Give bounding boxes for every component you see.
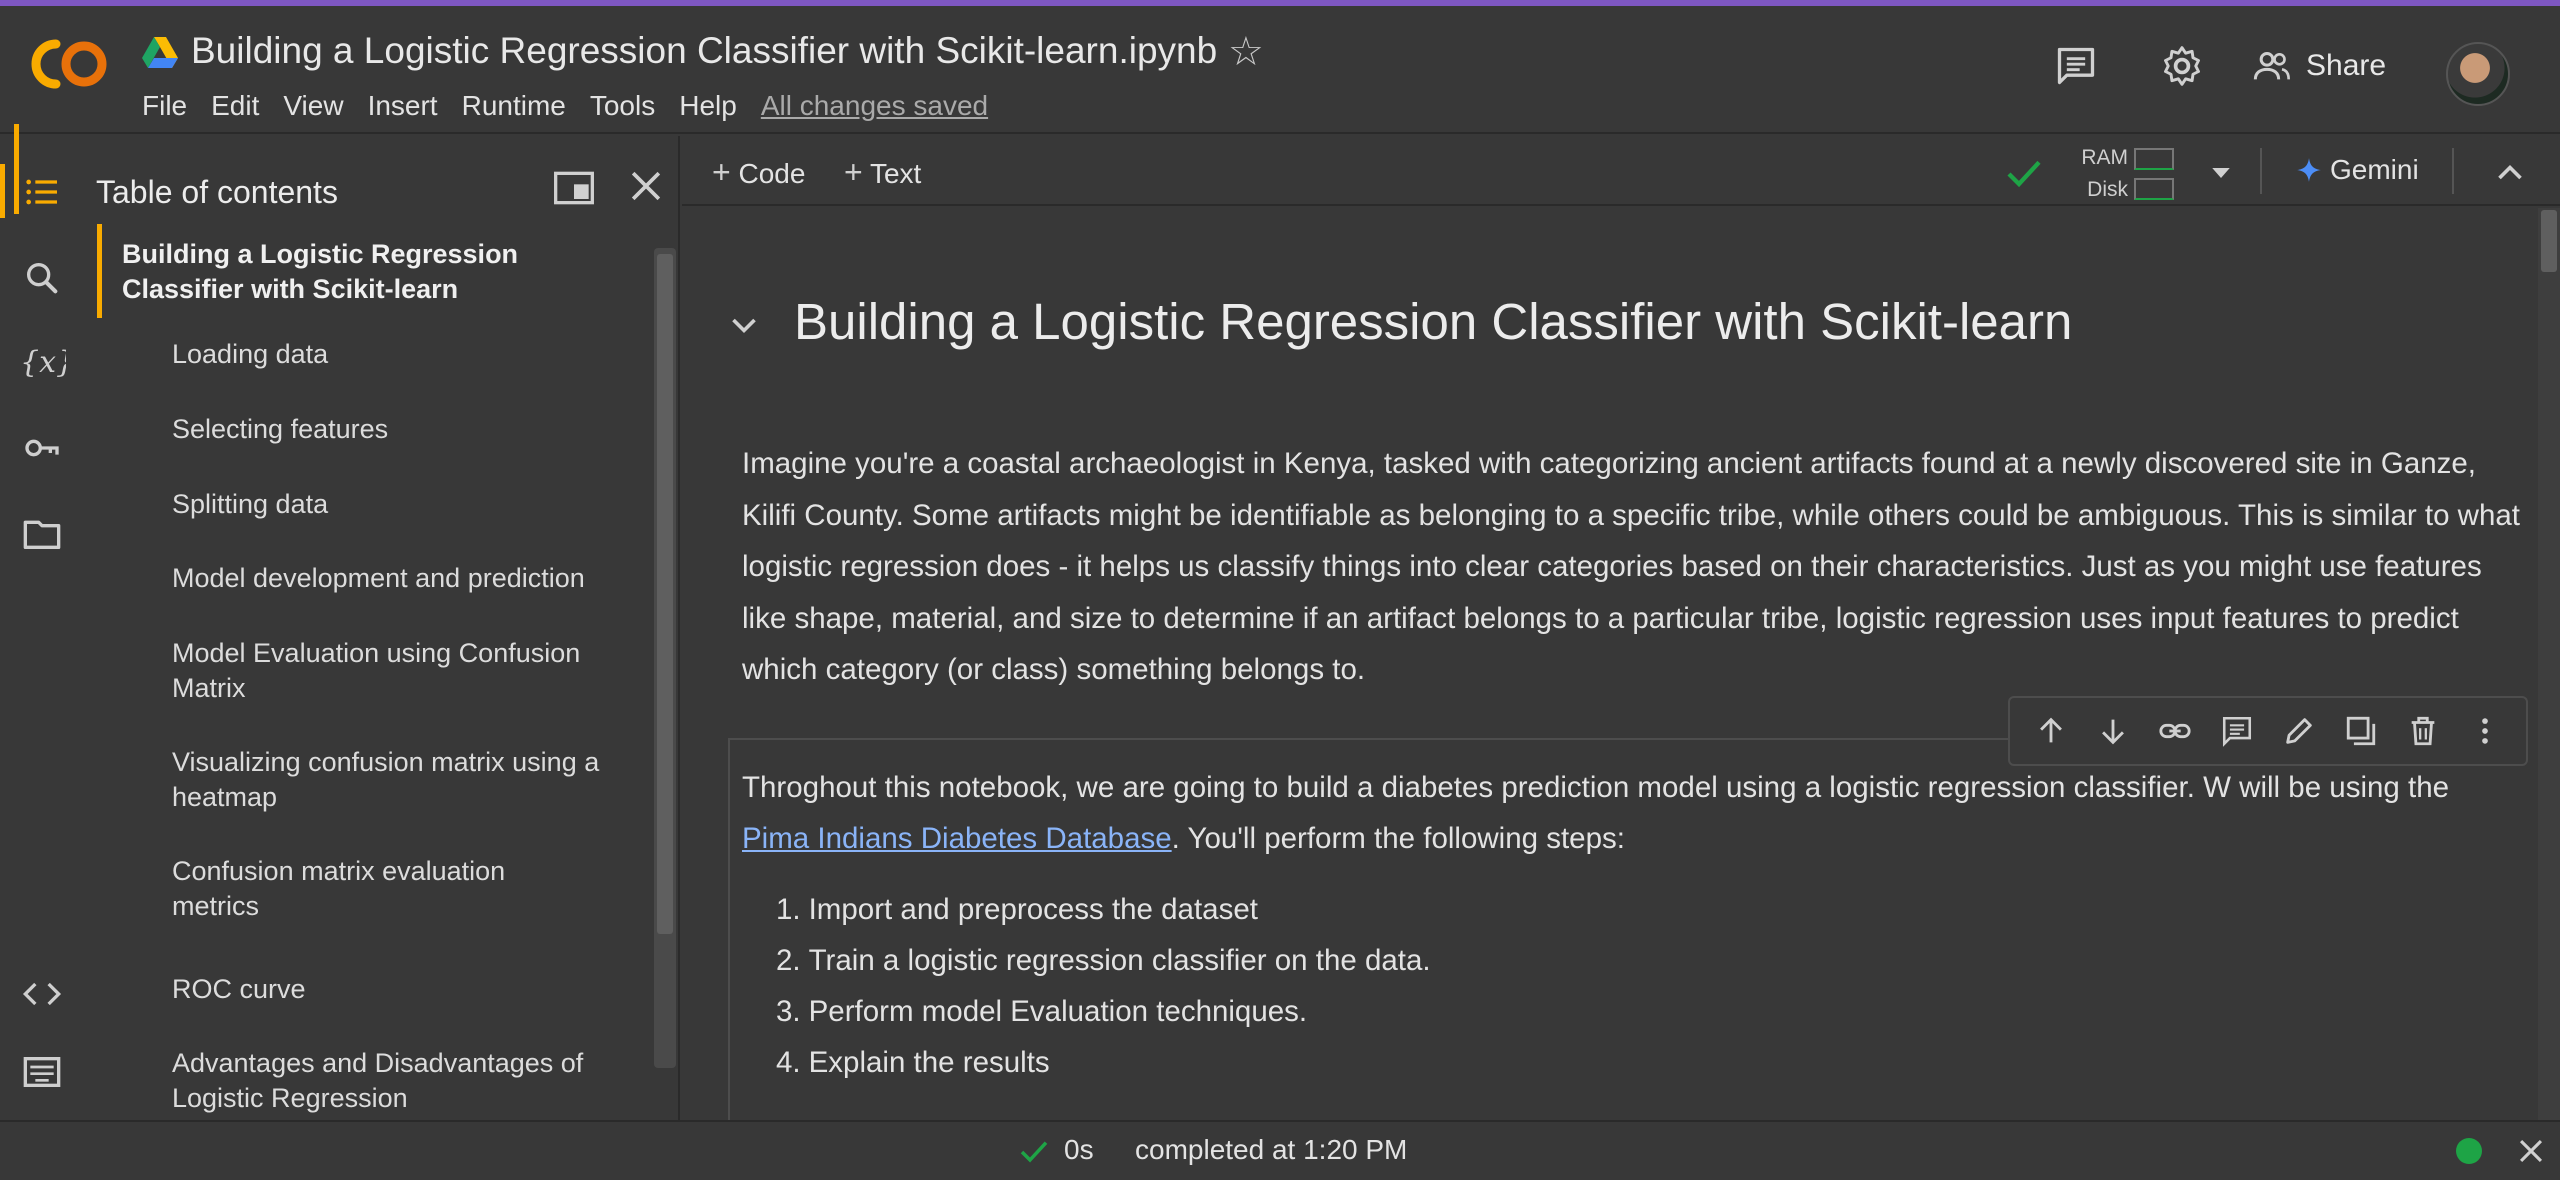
menu-help[interactable]: Help: [679, 90, 749, 122]
menu-tools[interactable]: Tools: [590, 90, 667, 122]
toc-item-visualizing-confusion[interactable]: Visualizing confusion matrix using a hea…: [172, 745, 612, 815]
notebook-scrollbar-thumb[interactable]: [2541, 210, 2557, 272]
settings-gear-icon[interactable]: [2160, 44, 2204, 88]
execution-duration[interactable]: 0s: [1064, 1134, 1094, 1166]
section-heading: Building a Logistic Regression Classifie…: [794, 293, 2073, 350]
table-of-contents-icon[interactable]: [0, 162, 84, 222]
list-item: 3. Perform model Evaluation techniques.: [776, 995, 1308, 1028]
menu-edit[interactable]: Edit: [211, 90, 271, 122]
status-bar: 0s completed at 1:20 PM: [0, 1120, 2560, 1180]
cell-intro-text: Throghout this notebook, we are going to…: [742, 762, 2502, 864]
share-label: Share: [2306, 49, 2387, 82]
menu-file[interactable]: File: [142, 90, 199, 122]
search-icon[interactable]: [0, 248, 84, 308]
close-icon[interactable]: [624, 164, 668, 208]
menu-bar: File Edit View Insert Runtime Tools Help…: [142, 90, 1012, 122]
move-down-icon[interactable]: [2091, 709, 2135, 753]
pima-dataset-link[interactable]: Pima Indians Diabetes Database: [742, 822, 1172, 855]
chevron-up-icon[interactable]: [2492, 154, 2528, 190]
delete-icon[interactable]: [2401, 709, 2445, 753]
cell-toolbar: [2008, 696, 2528, 766]
comments-icon[interactable]: [2054, 44, 2098, 88]
execution-check-icon: [1020, 1141, 1048, 1163]
secrets-key-icon[interactable]: [0, 418, 84, 478]
text-cell[interactable]: Throghout this notebook, we are going to…: [728, 738, 2528, 1120]
toc-item-advantages[interactable]: Advantages and Disadvantages of Logistic…: [172, 1046, 612, 1116]
connection-status-dot: [2456, 1138, 2482, 1164]
gemini-button[interactable]: Gemini: [2296, 154, 2419, 186]
menu-insert[interactable]: Insert: [368, 90, 450, 122]
toc-item-model-evaluation[interactable]: Model Evaluation using Confusion Matrix: [172, 636, 612, 706]
toc-item-roc-curve[interactable]: ROC curve: [172, 972, 642, 1007]
list-item: 1. Import and preprocess the dataset: [776, 893, 1258, 926]
share-button[interactable]: Share: [2252, 46, 2386, 86]
toc-item-confusion-metrics[interactable]: Confusion matrix evaluation metrics: [172, 854, 572, 924]
code-snippets-icon[interactable]: [0, 964, 84, 1024]
command-palette-icon[interactable]: [0, 1042, 84, 1102]
steps-list: 1. Import and preprocess the dataset 2. Tr…: [776, 884, 1431, 1088]
add-text-button[interactable]: + Text: [844, 154, 921, 191]
gemini-sparkle-icon: [2297, 158, 2321, 182]
add-code-button[interactable]: + Code: [712, 154, 805, 191]
toc-item-main-heading[interactable]: Building a Logistic Regression Classifie…: [122, 237, 562, 307]
collapse-section-chevron-icon[interactable]: [726, 308, 762, 344]
more-options-icon[interactable]: [2463, 709, 2507, 753]
toc-item-model-development[interactable]: Model development and prediction: [172, 561, 642, 596]
star-icon[interactable]: ☆: [1228, 32, 1264, 72]
list-item: 2. Train a logistic regression classifier…: [776, 944, 1431, 977]
google-drive-icon: [142, 37, 178, 68]
mirror-cell-icon[interactable]: [2339, 709, 2383, 753]
link-icon[interactable]: [2153, 709, 2197, 753]
user-avatar[interactable]: [2446, 42, 2510, 106]
svg-text:{x}: {x}: [20, 345, 66, 380]
execution-completed-text[interactable]: completed at 1:20 PM: [1135, 1134, 1407, 1166]
menu-view[interactable]: View: [283, 90, 355, 122]
variables-icon[interactable]: {x}: [0, 332, 84, 392]
notebook-scrollbar[interactable]: [2538, 208, 2560, 1120]
ram-label: RAM: [2081, 146, 2128, 169]
colab-logo[interactable]: [26, 34, 112, 94]
toc-active-marker: [97, 224, 102, 318]
add-text-label: Text: [869, 158, 922, 189]
toolbar-divider: [2260, 148, 2262, 194]
connected-check-icon[interactable]: [2002, 154, 2046, 194]
toc-item-loading-data[interactable]: Loading data: [172, 337, 642, 372]
notebook-toolbar: + Code + Text RAM Disk Gemini: [682, 136, 2560, 206]
toc-scrollbar-thumb[interactable]: [657, 254, 673, 934]
save-status[interactable]: All changes saved: [761, 90, 1000, 122]
intro-paragraph: Imagine you're a coastal archaeologist i…: [742, 447, 2520, 686]
list-item: 4. Explain the results: [776, 1046, 1050, 1079]
toc-item-selecting-features[interactable]: Selecting features: [172, 412, 642, 447]
disk-label: Disk: [2087, 178, 2128, 201]
move-up-icon[interactable]: [2029, 709, 2073, 753]
left-rail: {x}: [0, 136, 84, 1120]
add-code-label: Code: [738, 158, 806, 189]
chevron-down-icon[interactable]: [2204, 158, 2238, 188]
comment-icon[interactable]: [2215, 709, 2259, 753]
edit-icon[interactable]: [2277, 709, 2321, 753]
close-icon[interactable]: [2514, 1134, 2548, 1168]
files-folder-icon[interactable]: [0, 504, 84, 564]
gemini-label: Gemini: [2330, 154, 2419, 185]
notebook-content: Building a Logistic Regression Classifie…: [682, 208, 2538, 1120]
toc-scrollbar[interactable]: [654, 248, 676, 1068]
cell-text-after-link: . You'll perform the following steps:: [1171, 822, 1625, 855]
table-of-contents-panel: Table of contents Building a Logistic Re…: [14, 124, 680, 1120]
toolbar-divider-2: [2452, 148, 2454, 194]
toc-title: Table of contents: [96, 174, 338, 210]
open-in-tab-icon[interactable]: [552, 166, 596, 210]
toc-item-splitting-data[interactable]: Splitting data: [172, 487, 642, 522]
header: Building a Logistic Regression Classifie…: [0, 6, 2560, 134]
menu-runtime[interactable]: Runtime: [462, 90, 578, 122]
ram-meter: [2134, 148, 2174, 170]
notebook-title[interactable]: Building a Logistic Regression Classifie…: [191, 30, 1217, 72]
people-icon: [2253, 52, 2290, 80]
cell-text-before-link: Throghout this notebook, we are going to…: [742, 771, 2450, 804]
disk-meter: [2134, 178, 2174, 200]
